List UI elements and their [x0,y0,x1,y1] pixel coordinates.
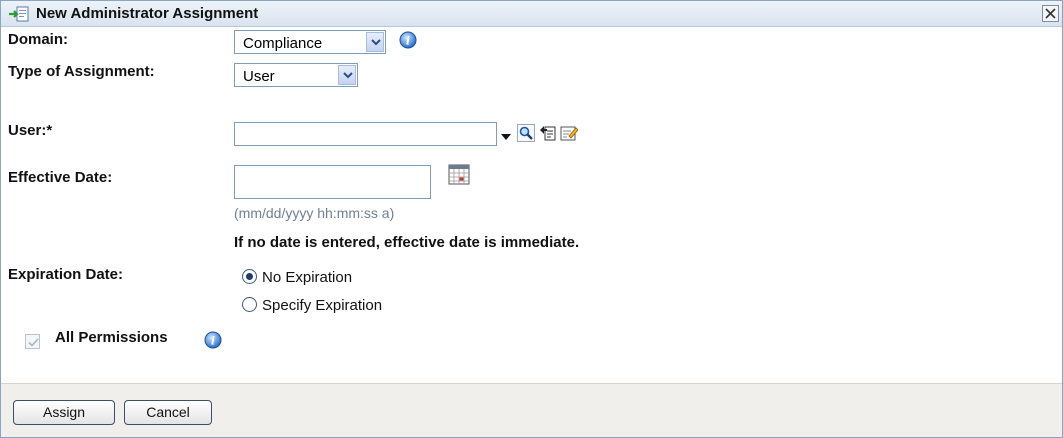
effective-date-format-hint: (mm/dd/yyyy hh:mm:ss a) [234,205,395,221]
cancel-button[interactable]: Cancel [124,400,212,425]
edit-icon[interactable] [560,124,579,142]
expiration-date-label: Expiration Date: [8,266,124,283]
domain-select-value: Compliance [243,35,323,52]
type-of-assignment-value: User [243,68,275,85]
domain-select[interactable]: Compliance [234,30,386,54]
user-input[interactable] [234,122,497,146]
effective-date-note: If no date is entered, effective date is… [234,234,580,251]
info-icon: i [204,331,222,349]
info-icon[interactable]: i [399,31,417,49]
effective-date-input[interactable] [234,165,431,199]
dialog-titlebar: New Administrator Assignment [1,1,1062,27]
effective-date-label: Effective Date: [8,169,113,186]
radio-specify-expiration-label: Specify Expiration [262,297,383,314]
dialog-footer: Assign Cancel [1,383,1062,437]
radio-specify-expiration[interactable]: Specify Expiration [242,295,442,315]
radio-no-expiration-label: No Expiration [262,269,353,286]
chevron-down-icon [366,32,384,52]
dialog-title: New Administrator Assignment [36,5,259,22]
close-button[interactable] [1042,5,1059,22]
radio-no-expiration-button[interactable] [242,269,257,284]
user-dropdown-arrow-icon[interactable] [501,128,511,145]
calendar-icon[interactable] [448,164,470,186]
domain-label: Domain: [8,31,68,48]
radio-no-expiration[interactable]: No Expiration [242,267,442,287]
chevron-down-icon [338,65,356,85]
close-icon [1045,8,1056,19]
radio-specify-expiration-button[interactable] [242,297,257,312]
search-icon[interactable] [517,124,535,142]
svg-text:i: i [406,35,410,48]
new-administrator-assignment-dialog: New Administrator Assignment Domain: Com… [0,0,1063,438]
assign-admin-icon [8,5,30,23]
all-permissions-label: All Permissions [55,329,168,346]
type-of-assignment-select[interactable]: User [234,63,358,87]
assign-button[interactable]: Assign [13,400,115,425]
tree-browse-icon[interactable] [539,124,557,142]
type-of-assignment-label: Type of Assignment: [8,63,155,80]
svg-text:i: i [211,335,215,348]
user-label: User:* [8,122,53,139]
all-permissions-checkbox[interactable] [25,334,40,349]
checkmark-icon [28,338,39,347]
